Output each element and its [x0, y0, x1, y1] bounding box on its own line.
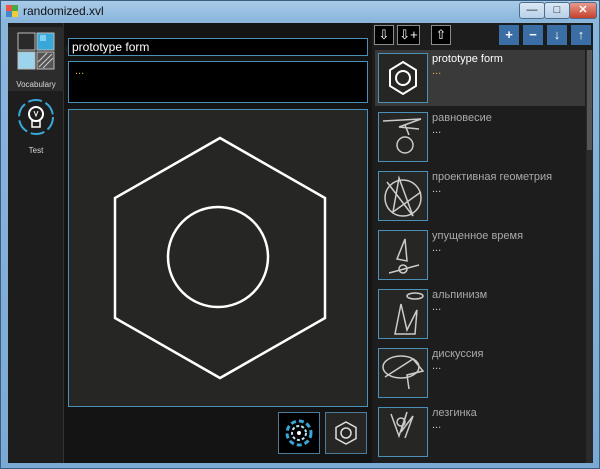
vocabulary-list: prototype form ... равновесие ... проект… [375, 50, 585, 463]
side-nav: Vocabulary Test [8, 23, 72, 463]
app-icon [6, 5, 18, 17]
nav-label-test: Test [28, 146, 44, 155]
list-item[interactable]: лезгинка ... [375, 404, 585, 460]
item-description: ... [432, 419, 442, 431]
item-description: ... [432, 183, 442, 195]
item-title: равновесие [432, 112, 492, 124]
item-title: дискуссия [432, 348, 484, 360]
window-title: randomized.xvl [23, 4, 104, 18]
item-description: ... [432, 124, 442, 136]
move-up-button[interactable]: ↑ [571, 25, 591, 45]
add-item-button[interactable]: + [499, 25, 519, 45]
list-item[interactable]: проективная геометрия ... [375, 168, 585, 224]
nav-item-test[interactable]: Test [8, 93, 64, 157]
title-bar[interactable]: randomized.xvl — □ ✕ [1, 1, 599, 21]
item-thumbnail [378, 53, 428, 103]
item-thumbnail [378, 348, 428, 398]
maximize-button[interactable]: □ [544, 2, 570, 19]
list-item[interactable]: упущенное время ... [375, 227, 585, 283]
form-name-input[interactable]: prototype form [68, 38, 368, 56]
item-description: ... [432, 65, 442, 77]
list-scrollbar[interactable] [586, 50, 593, 463]
nav-label-vocabulary: Vocabulary [16, 80, 56, 89]
list-item[interactable]: prototype form ... [375, 50, 585, 106]
lightbulb-icon [18, 99, 54, 135]
export-button[interactable]: ⇧ [431, 25, 451, 45]
shape-drawing [113, 136, 327, 380]
hexagon-icon [335, 421, 357, 445]
nav-item-vocabulary[interactable]: Vocabulary [8, 27, 64, 91]
item-thumbnail [378, 407, 428, 457]
item-description: ... [432, 242, 442, 254]
close-button[interactable]: ✕ [569, 2, 597, 19]
randomize-button[interactable] [278, 412, 320, 454]
item-thumbnail [378, 171, 428, 221]
spiral-icon [285, 419, 313, 447]
app-window: randomized.xvl — □ ✕ Vocabulary Test pro… [0, 0, 600, 469]
import-add-button[interactable]: ⇩+ [397, 25, 420, 45]
drawing-canvas[interactable] [68, 109, 368, 407]
item-title: альпинизм [432, 289, 488, 301]
import-button[interactable]: ⇩ [374, 25, 394, 45]
item-description: ... [432, 301, 442, 313]
minimize-button[interactable]: — [519, 2, 545, 19]
move-down-button[interactable]: ↓ [547, 25, 567, 45]
item-title: проективная геометрия [432, 171, 553, 183]
vocabulary-panel: ⇩ ⇩+ ⇧ + − ↓ ↑ prototype form ... равнов… [372, 23, 593, 463]
item-thumbnail [378, 230, 428, 280]
list-item[interactable]: альпинизм ... [375, 286, 585, 342]
item-title: лезгинка [432, 407, 477, 419]
grid-icon [17, 32, 55, 70]
item-thumbnail [378, 112, 428, 162]
list-item[interactable]: дискуссия ... [375, 345, 585, 401]
client-area: Vocabulary Test prototype form ... ⇩ ⇩+ … [8, 23, 593, 463]
list-item[interactable]: равновесие ... [375, 109, 585, 165]
item-description: ... [432, 360, 442, 372]
item-title: упущенное время [432, 230, 524, 242]
item-thumbnail [378, 289, 428, 339]
shape-preview-button[interactable] [325, 412, 367, 454]
form-description-input[interactable]: ... [68, 61, 368, 103]
remove-item-button[interactable]: − [523, 25, 543, 45]
scrollbar-thumb[interactable] [587, 50, 592, 150]
item-title: prototype form [432, 53, 503, 65]
